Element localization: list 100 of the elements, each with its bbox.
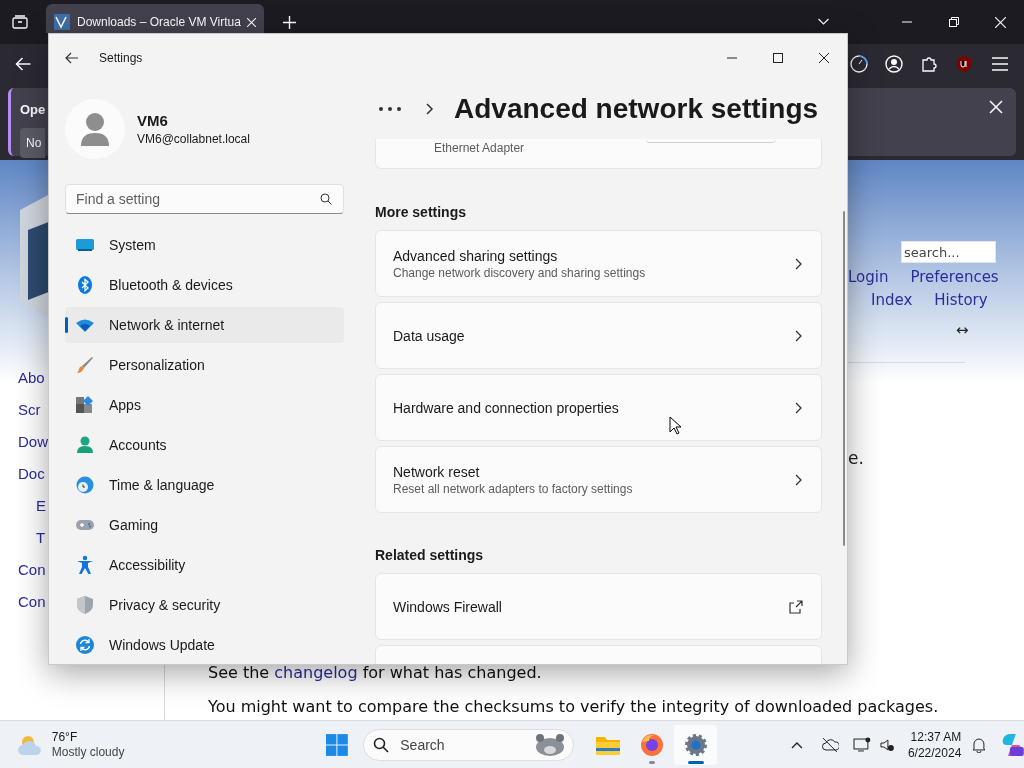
card-title: Windows Firewall [393, 597, 503, 616]
setting-card[interactable]: Windows Firewall [375, 573, 822, 640]
gear-icon [683, 732, 708, 757]
search-field[interactable]: Find a setting [65, 184, 344, 214]
window-title: Settings [99, 50, 143, 67]
search-icon [373, 736, 390, 753]
close-icon[interactable] [819, 53, 829, 63]
tab-list-icon[interactable] [12, 15, 28, 29]
card-title: Advanced sharing settings [393, 246, 559, 265]
sync-icon [75, 635, 95, 655]
start-icon[interactable] [325, 732, 350, 757]
sidebar-link[interactable]: Dow [18, 426, 48, 458]
notification-button[interactable]: No [20, 127, 46, 158]
nav-item[interactable]: Personalization [65, 347, 344, 383]
nav-item[interactable]: System [65, 227, 344, 263]
sidebar-link[interactable]: Doc [18, 458, 45, 490]
card-title: Data usage [393, 326, 466, 345]
sidebar-link[interactable]: Con [18, 586, 46, 618]
sidebar-link[interactable]: E [36, 490, 46, 522]
body-text: See the changelog for what has changed. [208, 666, 543, 680]
notification-text: Ope [20, 101, 46, 119]
browser-icon [639, 732, 664, 757]
setting-card[interactable]: Advanced sharing settings Change network discovery and sharing settings [375, 230, 822, 297]
clock[interactable]: 12:37 AM 6/22/2024 [907, 728, 962, 761]
section-heading: Related settings [375, 546, 485, 564]
shield-icon [75, 595, 95, 615]
maximize-icon[interactable] [773, 53, 783, 63]
bell-icon[interactable] [972, 736, 987, 753]
taskbar-app[interactable] [674, 724, 718, 765]
puzzle-icon[interactable] [920, 55, 938, 73]
sidebar-link[interactable]: Abo [18, 362, 45, 394]
mouse-cursor [669, 416, 681, 435]
header-link[interactable]: Index [871, 290, 913, 310]
external-link-icon [789, 599, 803, 614]
nav-item[interactable]: Apps [65, 387, 344, 423]
chevron-right-icon [793, 256, 803, 271]
network-icon[interactable] [853, 736, 872, 753]
card-subtitle: Change network discovery and sharing settings [393, 264, 647, 281]
chevron-right-icon [426, 102, 434, 116]
chevron-right-icon [793, 472, 803, 487]
new-tab-icon[interactable] [283, 15, 296, 29]
chevron-right-icon [793, 328, 803, 343]
temperature: 76°F [51, 729, 79, 745]
browser-tab[interactable]: Downloads – Oracle VM Virtua [46, 4, 264, 33]
setting-card[interactable]: Network reset Reset all network adapters to factory settings [375, 446, 822, 513]
speaker-muted-icon[interactable] [879, 736, 895, 753]
cloud-off-icon[interactable] [821, 736, 840, 753]
body-text: You might want to compare the checksums to verify the integrity of downloaded packages. [208, 700, 940, 714]
header-link[interactable]: History [934, 290, 988, 310]
person-icon [79, 112, 111, 146]
more-icon[interactable] [378, 106, 402, 112]
nav-item[interactable]: Accessibility [65, 547, 344, 583]
changelog-link[interactable]: changelog [274, 663, 358, 682]
menu-icon[interactable] [992, 57, 1008, 71]
selection-indicator [65, 317, 68, 333]
person-icon [75, 435, 95, 455]
weather-condition: Mostly cloudy [51, 744, 125, 760]
header-link[interactable]: Login [848, 267, 889, 287]
search-field[interactable]: search... [901, 241, 996, 263]
chevron-up-icon[interactable] [791, 740, 804, 749]
resize-handle[interactable]: ↔ [956, 320, 1024, 340]
nav-item[interactable]: Gaming [65, 507, 344, 543]
accessibility-icon [75, 555, 95, 575]
account-icon[interactable] [885, 55, 903, 73]
nav-item[interactable]: Time & language [65, 467, 344, 503]
card-subtitle: Ethernet Adapter [434, 140, 525, 156]
apps-icon [75, 395, 95, 415]
card-subtitle: Reset all network adapters to factory settings [393, 480, 634, 497]
close-icon [247, 17, 256, 27]
setting-card[interactable]: Data usage [375, 302, 822, 369]
copilot-icon[interactable] [1000, 732, 1024, 757]
header-link[interactable]: Preferences [910, 267, 999, 287]
shield-extension-icon[interactable] [955, 55, 973, 73]
nav-item[interactable]: Bluetooth & devices [65, 267, 344, 303]
sidebar-link[interactable]: Con [18, 554, 46, 586]
nav-item[interactable]: Windows Update [65, 627, 344, 663]
page-title: Advanced network settings [454, 92, 819, 126]
card-title: Network reset [393, 462, 481, 481]
nav-item[interactable]: Privacy & security [65, 587, 344, 623]
nav-item[interactable]: Accounts [65, 427, 344, 463]
body-text: e. [848, 447, 865, 469]
chevron-right-icon [793, 400, 803, 415]
chevron-down-icon[interactable] [817, 18, 830, 26]
favicon [54, 14, 70, 30]
user-email: VM6@collabnet.local [137, 131, 250, 147]
bluetooth-icon [75, 275, 95, 295]
gauge-icon[interactable] [850, 55, 868, 73]
section-heading: More settings [375, 203, 467, 221]
sidebar-link[interactable]: T [36, 522, 46, 554]
user-name: VM6 [137, 111, 169, 131]
back-icon[interactable] [65, 52, 79, 64]
restore-icon[interactable] [949, 17, 959, 27]
search-field[interactable]: Search [363, 728, 575, 761]
brush-icon [75, 355, 95, 375]
setting-card[interactable]: Hardware and connection properties [375, 374, 822, 441]
sidebar-link[interactable]: Scr [18, 394, 41, 426]
scrollbar[interactable] [843, 211, 845, 546]
running-indicator [687, 760, 704, 764]
card-title: Hardware and connection properties [393, 398, 620, 417]
nav-item[interactable]: Network & internet [65, 307, 344, 343]
